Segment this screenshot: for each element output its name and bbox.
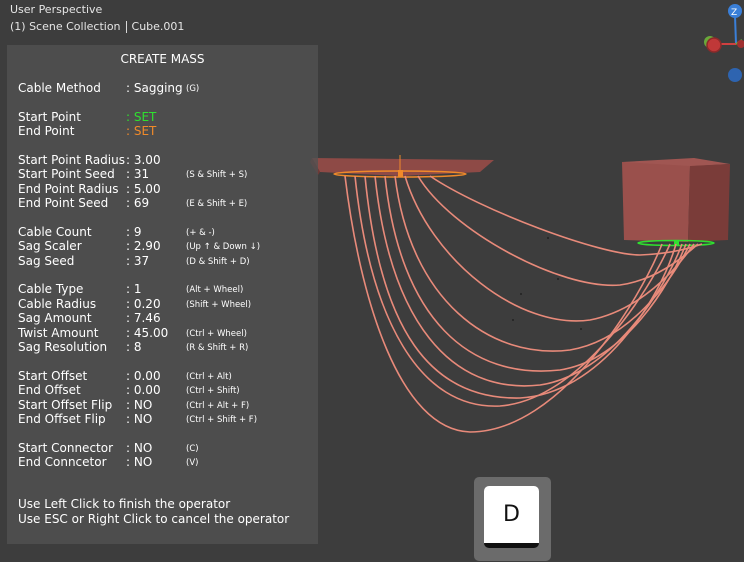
row-label: Cable Radius [18,297,97,311]
row-label: End Offset Flip [18,412,106,426]
row-label: Twist Amount [18,326,99,340]
view-perspective-label: User Perspective [10,3,103,16]
row-label: Cable Type [18,282,84,296]
key-press-indicator: D [474,477,551,561]
gizmo-x-axis[interactable] [706,37,722,53]
row-shortcut: (R & Shift + R) [186,343,249,353]
row-value: : 0.00 [126,383,161,397]
row-label: Start Offset [18,369,88,383]
row-value: : 31 [126,167,150,181]
row-shortcut: (Ctrl + Alt + F) [186,401,250,411]
row-label: Sag Scaler [18,239,82,253]
navigation-gizmo[interactable] [704,4,744,82]
row-value: : 3.00 [126,153,161,167]
row-label: End Point Radius [18,182,119,196]
row-value: : 1 [126,282,142,296]
row-value: : SET [126,124,157,138]
row-shortcut: (G) [186,84,200,94]
row-label: Start Point Seed [18,167,115,181]
row-label: Cable Count [18,225,92,239]
row-label: Start Point [18,110,81,124]
create-mass-panel: CREATE MASS Cable Method : Sagging (G) Sta… [7,45,318,544]
footer-finish-hint: Use Left Click to finish the operator [18,497,231,511]
row-value: : NO [126,455,153,469]
row-shortcut: (C) [186,444,199,454]
gizmo-neg-x-axis[interactable] [737,40,744,48]
header-separator [125,21,127,33]
row-shortcut: (Ctrl + Shift + F) [186,415,258,425]
row-value: : 0.20 [126,297,161,311]
row-value: : 0.00 [126,369,161,383]
gizmo-neg-z-axis[interactable] [728,68,742,82]
collection-label: (1) Scene Collection [10,20,121,33]
row-value: : SET [126,110,157,124]
gizmo-z-label: Z [731,8,737,18]
row-value: : 5.00 [126,182,161,196]
row-shortcut: (Ctrl + Shift) [186,386,240,396]
row-shortcut: (D & Shift + D) [186,257,250,267]
panel-title: CREATE MASS [120,52,205,66]
row-value: : NO [126,412,153,426]
row-shortcut: (Ctrl + Wheel) [186,329,247,339]
row-label: Sag Seed [18,254,75,268]
row-label: Start Point Radius [18,153,125,167]
row-value: : 9 [126,225,142,239]
row-value: : NO [126,398,153,412]
row-value: : 69 [126,196,150,210]
row-value: : 7.46 [126,311,161,325]
row-label: End Conncetor [18,455,107,469]
row-label: Start Offset Flip [18,398,113,412]
row-label: Start Connector [18,441,114,455]
row-shortcut: (S & Shift + S) [186,170,248,180]
row-value: : 37 [126,254,150,268]
row-shortcut: (+ & -) [186,228,215,238]
start-point-marker [398,170,403,177]
row-shortcut: (E & Shift + E) [186,199,248,209]
row-value: : Sagging [126,81,183,95]
end-cube-side [688,164,730,242]
debris-dots [512,237,582,330]
row-shortcut: (Shift + Wheel) [186,300,252,310]
row-value: : 8 [126,340,142,354]
keycap: D [484,486,539,548]
row-label: End Point [18,124,75,138]
row-shortcut: (Up ↑ & Down ↓) [186,242,261,252]
row-label: Sag Resolution [18,340,108,354]
row-label: End Point Seed [18,196,109,210]
row-label: End Offset [18,383,81,397]
end-cube-front[interactable] [622,162,690,242]
row-label: Cable Method [18,81,101,95]
view-context-label: (1) Scene Collection Cube.001 [10,20,184,33]
footer-cancel-hint: Use ESC or Right Click to cancel the ope… [18,512,290,526]
row-value: : 2.90 [126,239,161,253]
gizmo-z-axis-line [734,15,737,45]
row-label: Sag Amount [18,311,92,325]
row-shortcut: (Alt + Wheel) [186,285,244,295]
row-shortcut: (Ctrl + Alt) [186,372,232,382]
row-shortcut: (V) [186,458,199,468]
object-name-label: Cube.001 [131,20,185,33]
row-value: : NO [126,441,153,455]
row-value: : 45.00 [126,326,169,340]
